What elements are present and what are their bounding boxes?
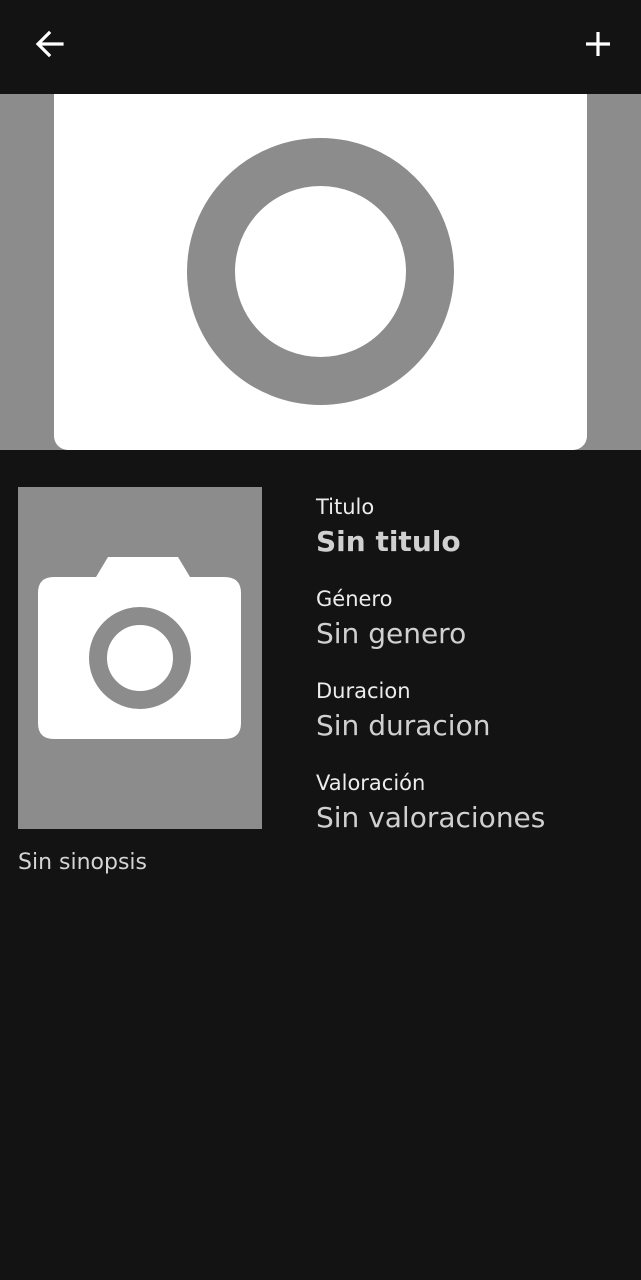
movie-details: Titulo Sin titulo Género Sin genero Dura… [316, 492, 626, 860]
plus-icon [586, 32, 610, 56]
rating-label: Valoración [316, 771, 426, 795]
genre-label: Género [316, 587, 393, 611]
backdrop-image [0, 94, 641, 450]
placeholder-ring-icon [187, 138, 454, 405]
rating-field: Valoración Sin valoraciones [316, 768, 626, 838]
camera-icon [38, 557, 241, 739]
genre-value: Sin genero [316, 617, 467, 650]
rating-value: Sin valoraciones [316, 801, 546, 834]
duration-field: Duracion Sin duracion [316, 676, 626, 746]
poster-image[interactable] [18, 487, 262, 829]
back-button[interactable] [25, 19, 75, 69]
duration-value: Sin duracion [316, 709, 491, 742]
add-button[interactable] [573, 19, 623, 69]
title-label: Titulo [316, 495, 375, 519]
top-app-bar [0, 0, 641, 94]
title-value: Sin titulo [316, 525, 461, 558]
arrow-left-icon [35, 30, 64, 58]
title-field: Titulo Sin titulo [316, 492, 626, 562]
synopsis-text: Sin sinopsis [18, 850, 147, 875]
genre-field: Género Sin genero [316, 584, 626, 654]
movie-detail-screen: Titulo Sin titulo Género Sin genero Dura… [0, 0, 641, 1280]
duration-label: Duracion [316, 679, 411, 703]
